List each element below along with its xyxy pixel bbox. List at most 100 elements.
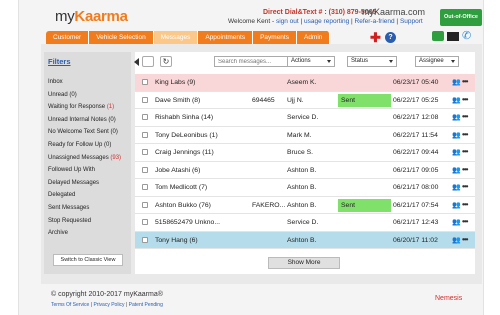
customer-name[interactable]: Dave Smith (8): [155, 97, 200, 104]
row-checkbox[interactable]: [142, 96, 148, 103]
customer-name[interactable]: Tom Medlicott (7): [155, 184, 207, 191]
direct-dial-number: Direct Dial&Text # : (310) 879-5005: [263, 9, 377, 16]
more-options-icon[interactable]: •••: [462, 165, 468, 174]
filter-item[interactable]: Ready for Follow Up (0): [48, 139, 130, 152]
people-icon[interactable]: 👥: [452, 148, 461, 156]
filter-count: (0): [104, 141, 112, 148]
customer-name[interactable]: 5158652479 Unkno...: [155, 219, 220, 226]
privacy-policy-link[interactable]: Privacy Policy: [93, 302, 124, 308]
people-icon[interactable]: 👥: [452, 183, 461, 191]
more-options-icon[interactable]: •••: [462, 200, 468, 209]
plus-icon[interactable]: ✚: [370, 31, 381, 44]
filter-item[interactable]: Archive: [48, 227, 130, 240]
people-icon[interactable]: 👥: [452, 218, 461, 226]
table-row[interactable]: Jobe Atashi (6) Ashton B. 06/21/17 09:05 👥 •…: [135, 161, 475, 179]
row-checkbox[interactable]: [142, 131, 148, 138]
more-options-icon[interactable]: •••: [462, 235, 468, 244]
table-row[interactable]: 5158652479 Unkno... Service D. 06/21/17 12…: [135, 214, 475, 232]
row-checkbox[interactable]: [142, 236, 148, 243]
message-status: Sent: [338, 93, 391, 107]
phone-icon[interactable]: ✆: [462, 29, 471, 42]
people-icon[interactable]: 👥: [452, 113, 461, 121]
out-of-office-button[interactable]: Out-of-Office: [440, 9, 482, 26]
filter-label: Sent Messages: [48, 204, 90, 211]
actions-dropdown[interactable]: Actions: [287, 56, 335, 67]
message-status: [338, 216, 391, 229]
filter-item[interactable]: Unread (0): [48, 89, 130, 102]
tab-appointments[interactable]: Appointments: [198, 31, 254, 44]
usage-reporting-link[interactable]: usage reporting: [304, 18, 349, 25]
filter-item[interactable]: Waiting for Response (1): [48, 101, 130, 114]
filter-item[interactable]: Stop Requested: [48, 215, 130, 228]
filter-item[interactable]: Unassigned Messages (93): [48, 152, 130, 165]
refresh-icon[interactable]: ↻: [160, 56, 172, 67]
row-checkbox[interactable]: [142, 79, 148, 85]
filter-label: Ready for Follow Up: [48, 141, 103, 148]
filter-item[interactable]: Unread Internal Notes (0): [48, 114, 130, 127]
filter-item[interactable]: Delayed Messages: [48, 177, 130, 190]
filter-item[interactable]: Inbox: [48, 76, 130, 89]
row-checkbox[interactable]: [142, 184, 148, 190]
tab-admin[interactable]: Admin: [296, 31, 331, 44]
table-row[interactable]: King Labs (9) Aseem K. 06/23/17 05:40 👥 •••: [135, 74, 475, 92]
table-row[interactable]: Ashton Bukko (76) FAKERO... Ashton B. Sent 0…: [135, 196, 475, 214]
people-icon[interactable]: 👥: [452, 166, 461, 174]
row-checkbox[interactable]: [142, 201, 148, 208]
patent-pending-link[interactable]: Patent Pending: [129, 302, 163, 308]
table-row[interactable]: Tony Hang (6) Ashton B. 06/20/17 11:02 👥 •••: [135, 231, 475, 249]
more-options-icon[interactable]: •••: [462, 130, 468, 139]
assignee-dropdown[interactable]: Assignee: [415, 56, 459, 67]
search-input[interactable]: [214, 56, 289, 67]
filter-item[interactable]: Delegated: [48, 189, 130, 202]
main-nav: Customer Vehicle Selection Messages Appo…: [46, 31, 331, 44]
people-icon[interactable]: 👥: [452, 96, 461, 104]
row-checkbox[interactable]: [142, 114, 148, 120]
customer-name[interactable]: Tony Hang (6): [155, 237, 198, 244]
tab-payments[interactable]: Payments: [253, 31, 297, 44]
row-checkbox[interactable]: [142, 166, 148, 173]
switch-to-classic-view-button[interactable]: Switch to Classic View: [53, 254, 123, 266]
customer-name[interactable]: Tony DeLeonibus (1): [155, 132, 218, 139]
people-icon[interactable]: 👥: [452, 78, 461, 86]
table-row[interactable]: Craig Jennings (11) Bruce S. 06/22/17 09:4…: [135, 144, 475, 162]
support-link[interactable]: Support: [400, 18, 423, 25]
more-options-icon[interactable]: •••: [462, 217, 468, 226]
customer-name[interactable]: Rishabh Sinha (14): [155, 114, 213, 121]
customer-name[interactable]: Ashton Bukko (76): [155, 202, 211, 209]
row-checkbox[interactable]: [142, 149, 148, 155]
status-dropdown[interactable]: Status: [347, 56, 397, 67]
more-options-icon[interactable]: •••: [462, 95, 468, 104]
tab-customer[interactable]: Customer: [46, 31, 90, 44]
help-icon[interactable]: ?: [385, 32, 396, 43]
terms-of-service-link[interactable]: Terms Of Service: [51, 302, 89, 308]
refer-a-friend-link[interactable]: Refer-a-friend: [355, 18, 395, 25]
table-row[interactable]: Tom Medlicott (7) Ashton B. 06/21/17 08:00…: [135, 179, 475, 197]
mail-icon[interactable]: [447, 32, 459, 41]
people-icon[interactable]: 👥: [452, 201, 461, 209]
people-icon[interactable]: 👥: [452, 236, 461, 244]
sign-out-link[interactable]: sign out: [276, 18, 299, 25]
table-row[interactable]: Dave Smith (8) 694465 Ujj N. Sent 06/22/17 0…: [135, 91, 475, 109]
chat-icon[interactable]: [432, 31, 444, 41]
row-checkbox[interactable]: [142, 219, 148, 225]
customer-name[interactable]: King Labs (9): [155, 79, 195, 86]
filter-item[interactable]: Followed Up With: [48, 164, 130, 177]
more-options-icon[interactable]: •••: [462, 147, 468, 156]
order-info: 694465: [252, 96, 275, 104]
customer-name[interactable]: Craig Jennings (11): [155, 149, 214, 156]
tab-vehicle-selection[interactable]: Vehicle Selection: [89, 31, 154, 44]
more-options-icon[interactable]: •••: [462, 77, 468, 86]
show-more-button[interactable]: Show More: [268, 257, 340, 269]
mykaarma-logo[interactable]: myKaarma: [55, 8, 128, 25]
table-row[interactable]: Tony DeLeonibus (1) Mark M. 06/22/17 11:54…: [135, 126, 475, 144]
filter-item[interactable]: Sent Messages: [48, 202, 130, 215]
tab-messages[interactable]: Messages: [153, 31, 199, 44]
select-all-checkbox[interactable]: [142, 56, 154, 67]
people-icon[interactable]: 👥: [452, 131, 461, 139]
filters-title[interactable]: Filters: [48, 57, 71, 66]
filter-item[interactable]: No Welcome Text Sent (0): [48, 126, 130, 139]
customer-name[interactable]: Jobe Atashi (6): [155, 167, 200, 174]
table-row[interactable]: Rishabh Sinha (14) Service D. 06/22/17 12:…: [135, 109, 475, 127]
more-options-icon[interactable]: •••: [462, 182, 468, 191]
more-options-icon[interactable]: •••: [462, 112, 468, 121]
